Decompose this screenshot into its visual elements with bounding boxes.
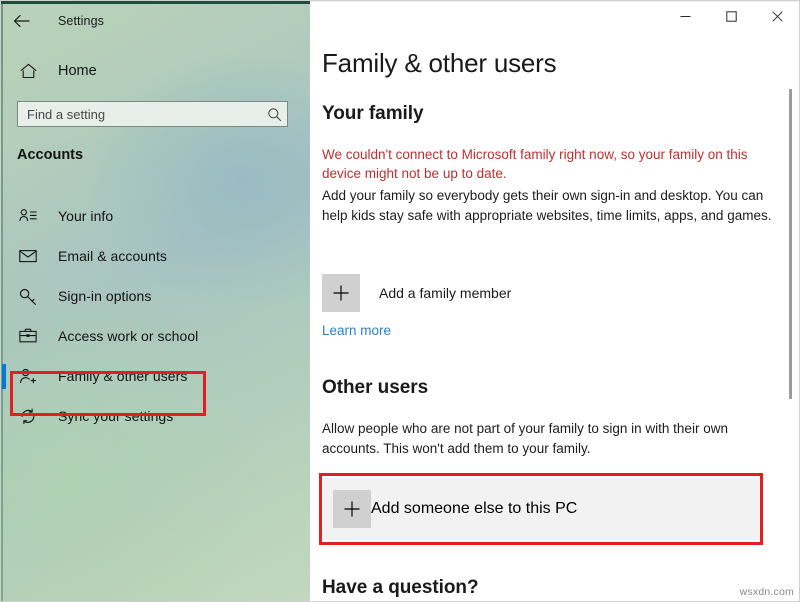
sidebar-item-label: Sync your settings: [58, 408, 174, 424]
sidebar-item-label: Access work or school: [58, 328, 199, 344]
sidebar-item-family-other-users[interactable]: Family & other users: [0, 356, 310, 396]
plus-icon: [333, 490, 371, 528]
person-info-icon: [17, 205, 39, 227]
window-titlebar: Settings: [0, 4, 310, 38]
add-someone-else-label: Add someone else to this PC: [371, 500, 578, 517]
other-users-description: Allow people who are not part of your fa…: [322, 421, 728, 456]
add-family-member-button[interactable]: Add a family member: [322, 272, 752, 314]
window-controls: [662, 0, 800, 32]
person-add-icon: [17, 365, 39, 387]
back-arrow-icon[interactable]: [0, 5, 42, 37]
window-top-accent-strip: [0, 0, 310, 4]
briefcase-icon: [17, 325, 39, 347]
maximize-icon[interactable]: [708, 0, 754, 32]
content-scrollbar[interactable]: [786, 32, 795, 598]
plus-icon: [322, 274, 360, 312]
sync-icon: [17, 405, 39, 427]
sidebar-section-title: Accounts: [17, 147, 84, 163]
sidebar-item-label: Sign-in options: [58, 288, 152, 304]
family-connection-error-text: We couldn't connect to Microsoft family …: [322, 147, 748, 181]
settings-content: Family & other users Your family We coul…: [310, 0, 800, 602]
sidebar-nav-list: Your info Email & accounts Sign-in optio…: [0, 196, 310, 436]
your-family-description: Add your family so everybody gets their …: [322, 188, 772, 223]
sidebar-item-sign-in-options[interactable]: Sign-in options: [0, 276, 310, 316]
key-icon: [17, 285, 39, 307]
add-someone-else-to-this-pc-button[interactable]: Add someone else to this PC: [323, 478, 759, 540]
add-family-member-label: Add a family member: [379, 285, 512, 301]
home-icon: [17, 60, 39, 82]
section-heading-other-users: Other users: [322, 377, 429, 398]
settings-window: Settings Home Accounts: [0, 0, 800, 602]
envelope-icon: [17, 245, 39, 267]
learn-more-link[interactable]: Learn more: [322, 323, 391, 338]
close-icon[interactable]: [754, 0, 800, 32]
watermark: wsxdn.com: [739, 586, 794, 598]
search-box[interactable]: [17, 101, 288, 127]
sidebar-item-sync-your-settings[interactable]: Sync your settings: [0, 396, 310, 436]
sidebar-item-home[interactable]: Home: [0, 56, 310, 86]
sidebar-item-label: Email & accounts: [58, 248, 167, 264]
sidebar-item-email-accounts[interactable]: Email & accounts: [0, 236, 310, 276]
sidebar-item-home-label: Home: [58, 63, 97, 79]
minimize-icon[interactable]: [662, 0, 708, 32]
sidebar-item-your-info[interactable]: Your info: [0, 196, 310, 236]
page-title: Family & other users: [322, 48, 557, 78]
window-top-edge: [310, 0, 800, 2]
sidebar-item-label: Family & other users: [58, 368, 188, 384]
section-heading-have-a-question: Have a question?: [322, 577, 479, 598]
section-heading-your-family: Your family: [322, 103, 424, 124]
sidebar-item-label: Your info: [58, 208, 114, 224]
window-title: Settings: [58, 14, 104, 28]
sidebar-item-access-work-school[interactable]: Access work or school: [0, 316, 310, 356]
search-icon[interactable]: [261, 102, 287, 126]
search-input[interactable]: [18, 106, 261, 122]
scrollbar-thumb[interactable]: [789, 89, 792, 399]
